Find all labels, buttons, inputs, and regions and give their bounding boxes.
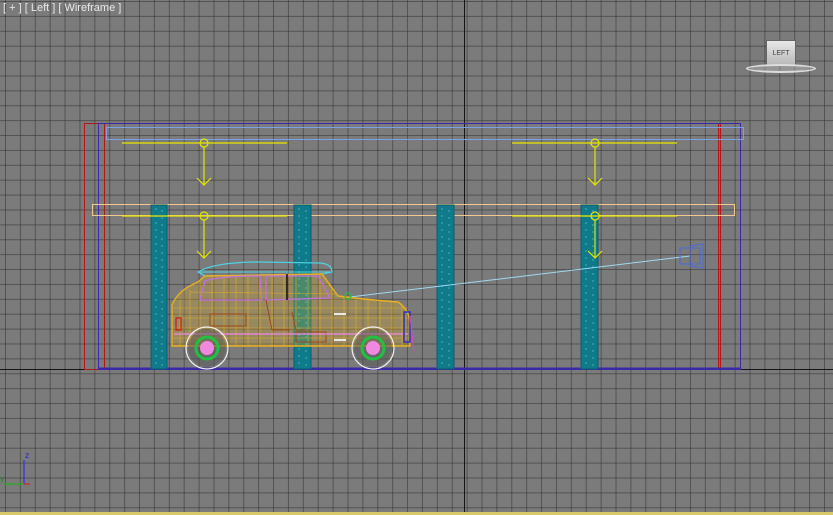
light-2 (512, 138, 677, 186)
light-1 (122, 138, 287, 186)
pillar-3 (436, 204, 455, 370)
viewcube[interactable]: LEFT (744, 38, 820, 78)
viewcube-compass-ring[interactable] (746, 64, 816, 73)
scene-wireframe[interactable] (0, 0, 833, 515)
axis-tripod: z y (0, 451, 30, 485)
camera[interactable] (349, 243, 704, 298)
car-model[interactable] (171, 261, 415, 370)
light-3 (122, 211, 287, 259)
top-beam[interactable] (106, 127, 744, 140)
front-wheel (351, 326, 395, 370)
pillar-1 (150, 204, 168, 370)
viewcube-left-face[interactable]: LEFT (766, 40, 796, 66)
axis-z-label: z (25, 451, 29, 460)
camera-target-line (349, 255, 691, 298)
left-viewport[interactable]: [ + ] [ Left ] [ Wireframe ] LEFT z y (0, 0, 833, 515)
middle-beam[interactable] (92, 204, 735, 216)
axis-y-label: y (0, 474, 5, 483)
rear-wheel (185, 326, 229, 370)
